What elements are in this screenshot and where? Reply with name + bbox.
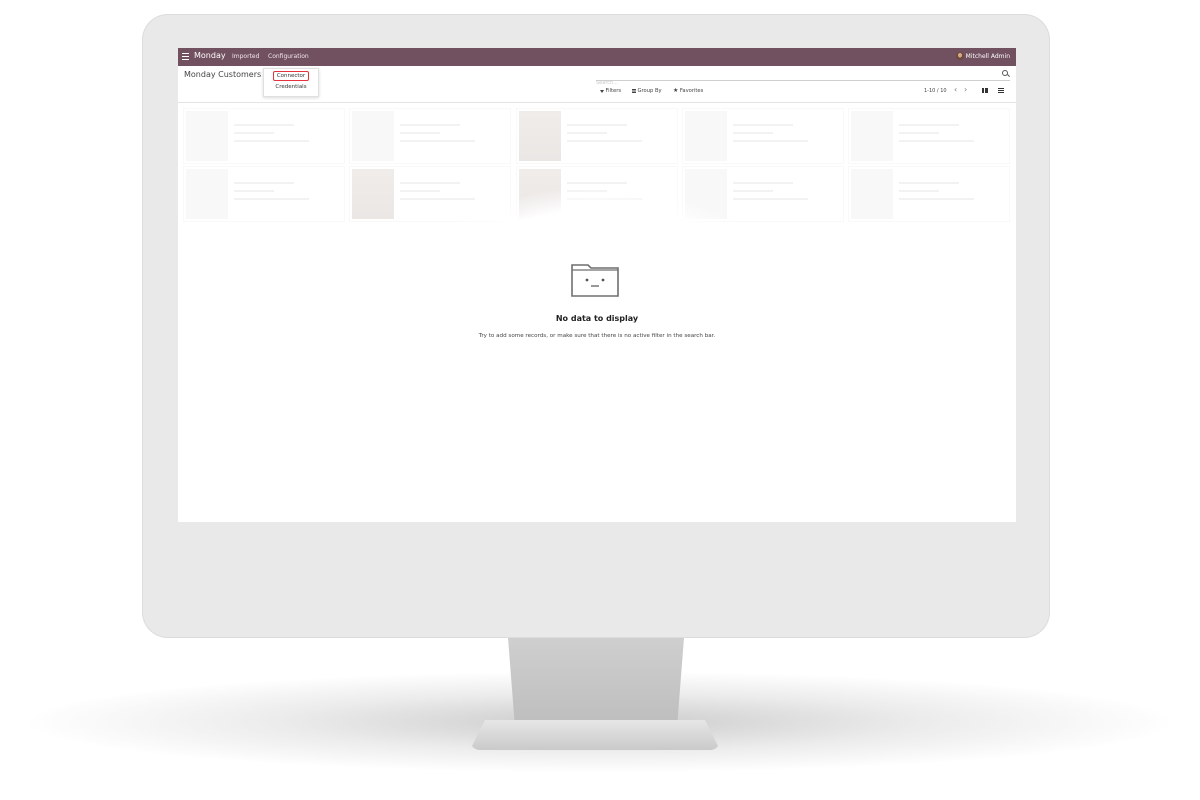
empty-state-text: Try to add some records, or make sure th… <box>478 333 716 339</box>
filters-button[interactable]: Filters <box>600 88 621 94</box>
apps-menu-icon[interactable] <box>182 53 189 60</box>
search-input[interactable] <box>596 78 986 88</box>
kanban-card <box>183 108 345 164</box>
favorites-label: Favorites <box>679 88 704 94</box>
nav-item-imported[interactable]: Imported <box>232 53 259 60</box>
search-icon[interactable] <box>1002 70 1008 76</box>
menu-item-connector-label: Connector <box>272 71 310 81</box>
monitor-stand-neck <box>508 638 684 728</box>
kanban-card <box>183 166 345 222</box>
kanban-card <box>349 108 511 164</box>
menu-item-connector[interactable]: Connector <box>264 71 318 81</box>
chevron-right-icon[interactable]: › <box>964 85 967 94</box>
monitor-stand-base <box>470 720 720 750</box>
kanban-card <box>848 166 1010 222</box>
pager-value[interactable]: 1-10 / 10 <box>924 88 947 94</box>
screen: Monday Imported Configuration Mitchell A… <box>178 48 1016 522</box>
empty-folder-icon <box>571 264 619 297</box>
filter-icon <box>600 89 604 93</box>
kanban-card <box>848 108 1010 164</box>
avatar <box>955 52 964 60</box>
user-name: Mitchell Admin <box>965 52 1010 60</box>
top-navbar: Monday Imported Configuration Mitchell A… <box>178 48 1016 66</box>
configuration-dropdown: Connector Credentials <box>263 68 319 97</box>
group-by-button[interactable]: Group By <box>632 88 662 94</box>
kanban-view-icon[interactable] <box>982 88 988 93</box>
nav-item-configuration[interactable]: Configuration <box>268 53 309 60</box>
empty-state-title: No data to display <box>555 314 639 323</box>
layers-icon <box>632 89 636 93</box>
menu-item-credentials[interactable]: Credentials <box>264 84 318 90</box>
filters-label: Filters <box>605 88 622 94</box>
list-view-icon[interactable] <box>998 88 1004 93</box>
app-name[interactable]: Monday <box>194 51 226 60</box>
kanban-card <box>516 108 678 164</box>
kanban-card <box>682 108 844 164</box>
chevron-left-icon[interactable]: ‹ <box>954 85 957 94</box>
user-menu[interactable]: Mitchell Admin <box>955 52 1010 60</box>
star-icon: ★ <box>673 87 679 94</box>
favorites-button[interactable]: ★ Favorites <box>673 87 704 95</box>
search-bar <box>596 69 1010 88</box>
group-by-label: Group By <box>637 88 662 94</box>
page-title: Monday Customers <box>184 70 262 79</box>
